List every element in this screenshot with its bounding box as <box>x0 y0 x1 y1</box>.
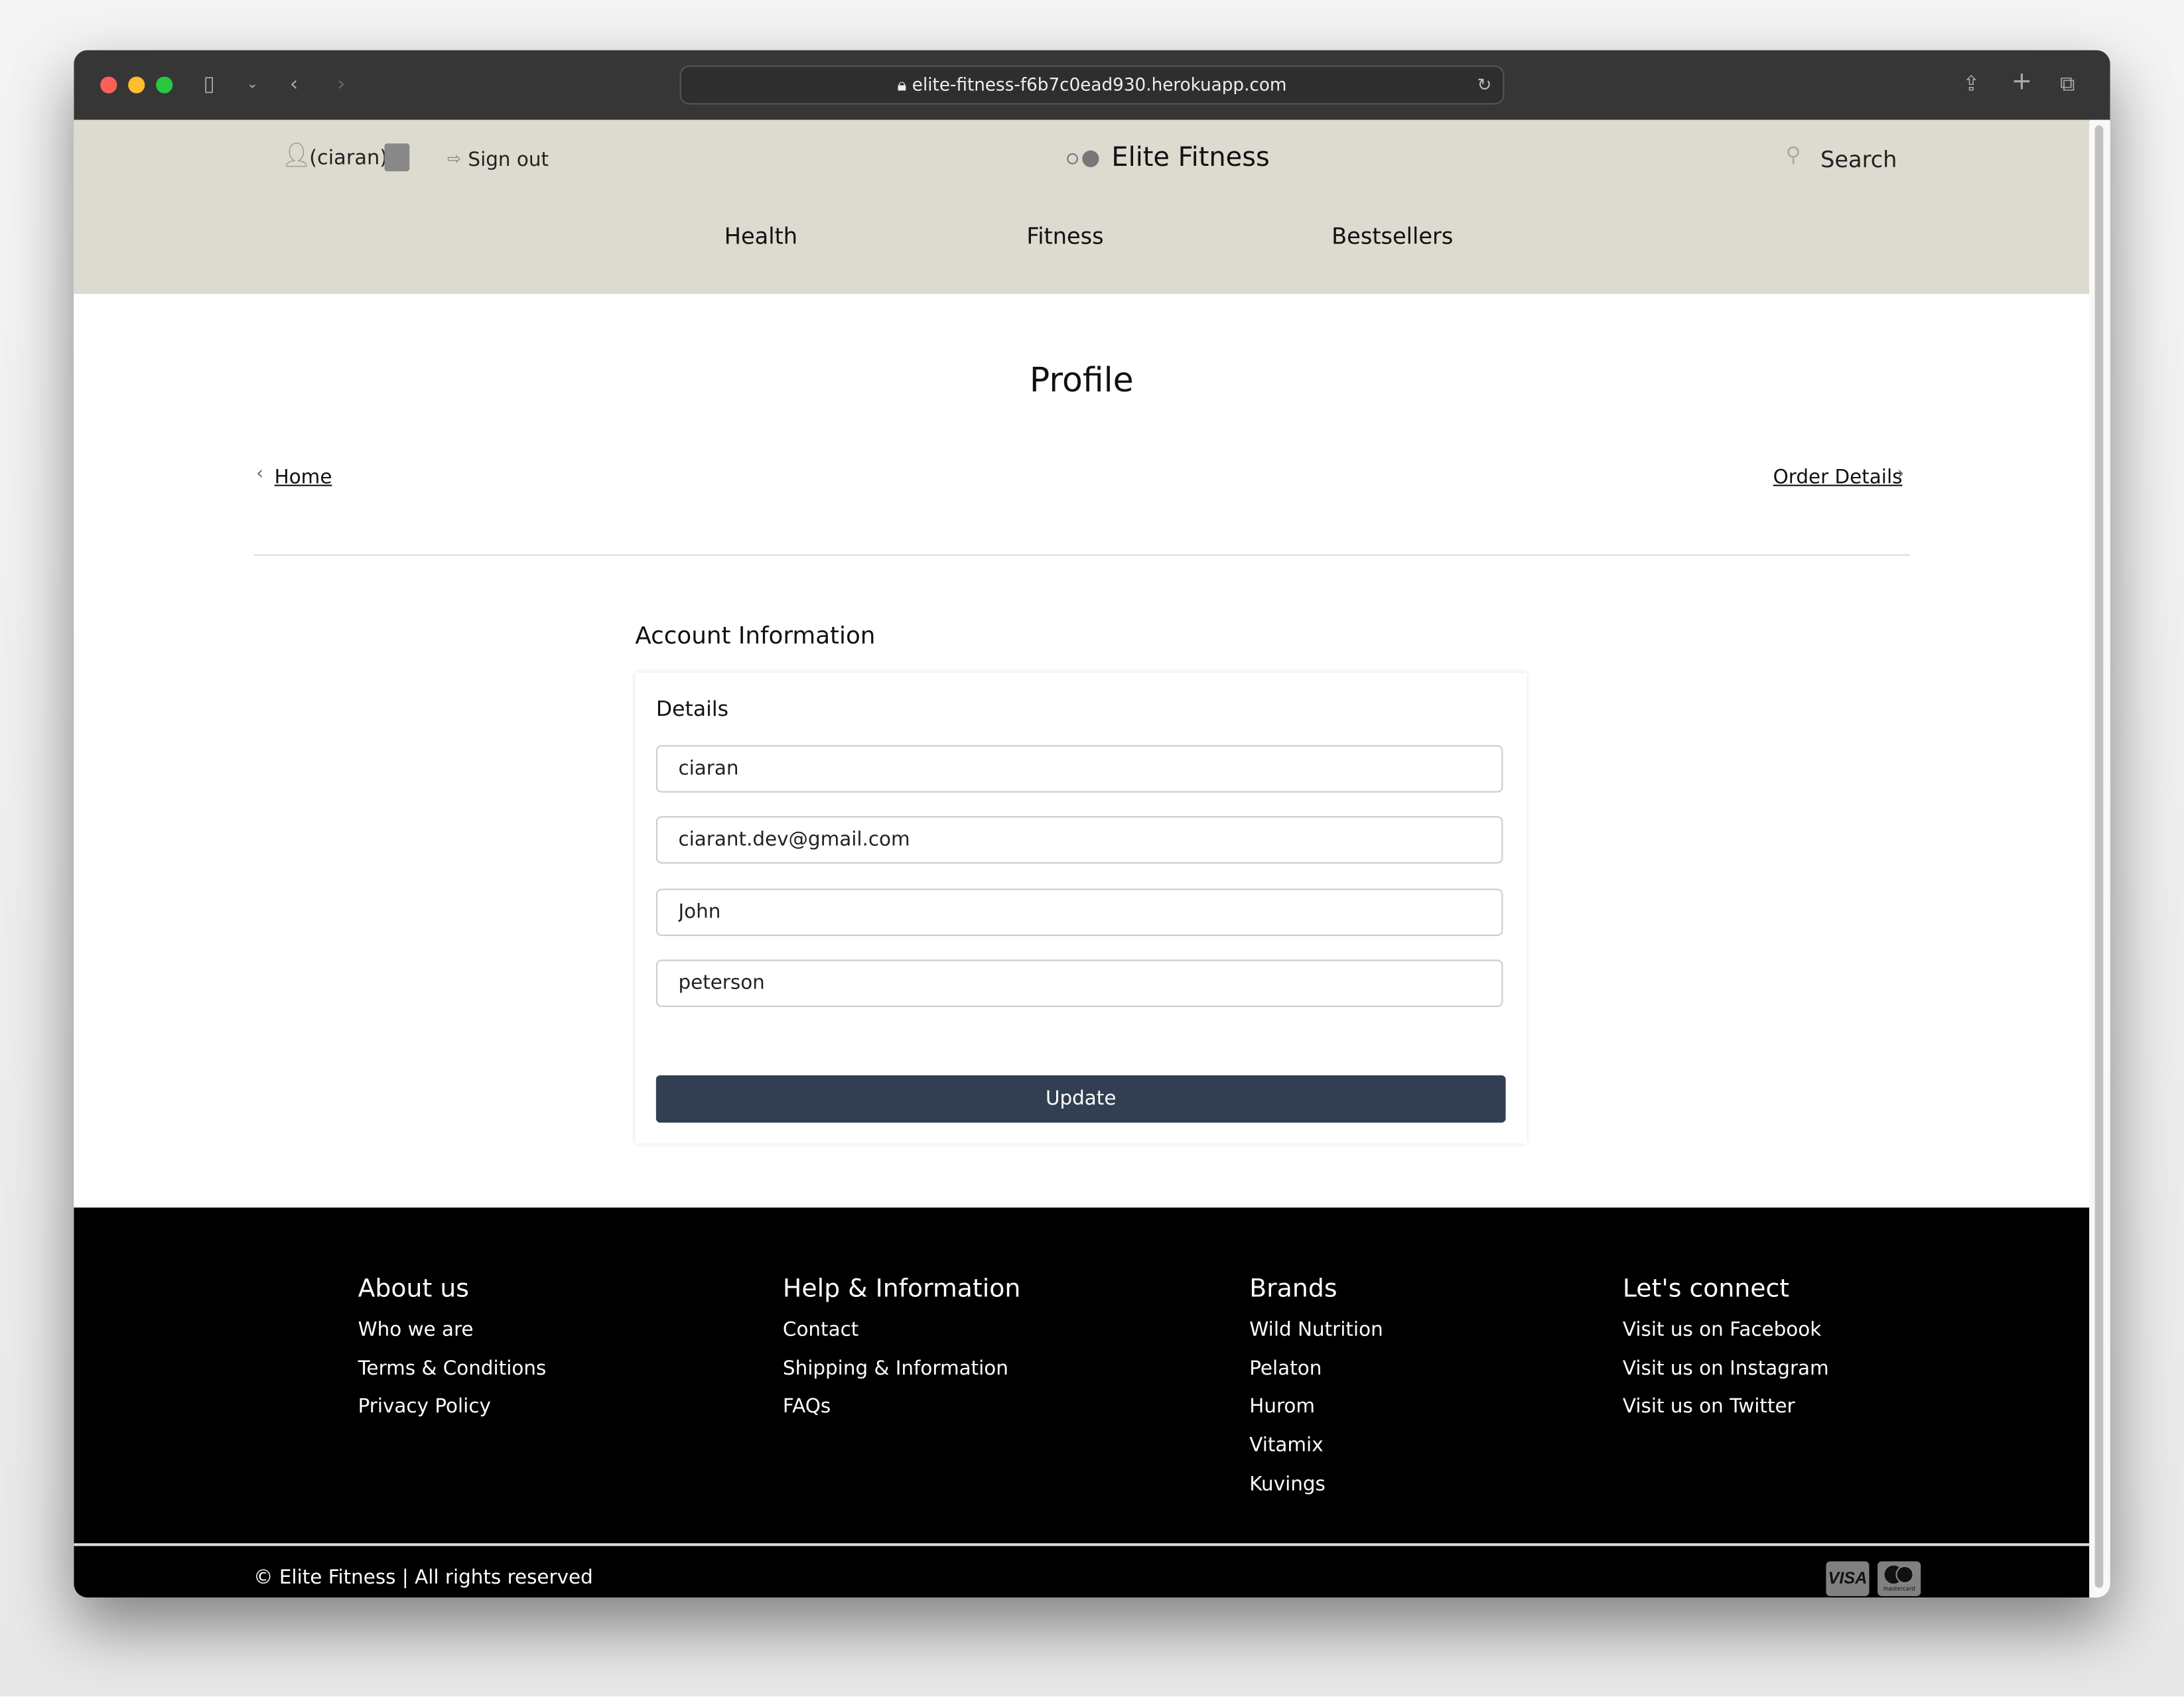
sidebar-icon[interactable]: ▯ <box>204 71 215 96</box>
username-field[interactable] <box>655 745 1503 793</box>
chevron-left-icon: ‹ <box>256 464 264 485</box>
footer-connect: Let's connect Visit us on Facebook Visit… <box>1623 1274 1829 1428</box>
last-name-field[interactable] <box>655 959 1503 1007</box>
footer-link[interactable]: Wild Nutrition <box>1249 1312 1383 1351</box>
scrollbar[interactable] <box>2089 119 2110 1598</box>
browser-window: ▯ ⌄ ‹ › 🔒︎ elite-fitness-f6b7c0ead930.he… <box>74 50 2110 1598</box>
search-link[interactable]: Search <box>1820 146 1897 172</box>
page: 👤︎ (ciaran) ⇨ Sign out Elite Fitness ⚲ S… <box>74 119 2090 1598</box>
nav-bestsellers[interactable]: Bestsellers <box>1331 223 1453 249</box>
browser-toolbar: ▯ ⌄ ‹ › 🔒︎ elite-fitness-f6b7c0ead930.he… <box>74 50 2110 121</box>
forward-icon[interactable]: › <box>337 71 346 96</box>
footer-heading: Let's connect <box>1622 1274 1790 1304</box>
footer-link[interactable]: Terms & Conditions <box>358 1351 547 1389</box>
sign-out-link[interactable]: Sign out <box>468 149 549 172</box>
chevron-down-icon[interactable]: ⌄ <box>247 76 259 92</box>
sign-out-icon: ⇨ <box>446 149 462 169</box>
update-button[interactable]: Update <box>655 1075 1506 1123</box>
footer-link[interactable]: Hurom <box>1249 1389 1383 1428</box>
first-name-field[interactable] <box>655 888 1503 936</box>
footer-heading: Help & Information <box>782 1274 1021 1304</box>
copyright: © Elite Fitness | All rights reserved <box>253 1566 593 1590</box>
footer-heading: About us <box>358 1274 469 1304</box>
footer-link[interactable]: Who we are <box>358 1312 547 1351</box>
home-link[interactable]: Home <box>275 466 332 489</box>
footer-link[interactable]: Shipping & Information <box>783 1351 1020 1389</box>
footer-link[interactable]: Vitamix <box>1249 1428 1383 1466</box>
username[interactable]: (ciaran) <box>309 148 387 170</box>
divider <box>253 554 1910 556</box>
close-window-button[interactable] <box>100 76 117 94</box>
search-icon[interactable]: ⚲ <box>1786 142 1801 167</box>
order-details-link[interactable]: Order Details <box>1773 466 1903 489</box>
mastercard-circle <box>1895 1565 1914 1584</box>
section-title: Account Information <box>635 622 876 651</box>
footer-link[interactable]: Visit us on Instagram <box>1623 1351 1829 1389</box>
footer-link[interactable]: Pelaton <box>1249 1351 1383 1389</box>
reload-icon[interactable]: ↻ <box>1477 67 1492 103</box>
footer-link[interactable]: Contact <box>783 1312 1020 1351</box>
footer-brands: Brands Wild Nutrition Pelaton Hurom Vita… <box>1249 1274 1383 1505</box>
page-title: Profile <box>1029 360 1134 400</box>
user-icon: 👤︎ <box>281 142 312 170</box>
mastercard-label: mastercard <box>1883 1585 1915 1592</box>
shopping-bag-icon[interactable] <box>384 143 410 172</box>
footer-link[interactable]: FAQs <box>783 1389 1020 1428</box>
maximize-window-button[interactable] <box>156 76 173 94</box>
chevron-right-icon: › <box>1897 464 1905 485</box>
scrollbar-thumb[interactable] <box>2094 125 2104 1588</box>
site-footer: About us Who we are Terms & Conditions P… <box>74 1207 2090 1598</box>
logo-icon <box>1067 153 1079 165</box>
nav-health[interactable]: Health <box>724 223 797 249</box>
card-title: Details <box>655 696 729 722</box>
footer-link[interactable]: Visit us on Facebook <box>1623 1312 1829 1351</box>
visa-icon: VISA <box>1826 1561 1870 1597</box>
email-field[interactable] <box>655 816 1503 864</box>
url-text: elite-fitness-f6b7c0ead930.herokuapp.com <box>912 74 1287 95</box>
main-content: Profile ‹ Home Order Details › Account I… <box>74 293 2090 1208</box>
footer-link[interactable]: Privacy Policy <box>358 1389 547 1428</box>
lock-icon: 🔒︎ <box>897 74 912 95</box>
footer-heading: Brands <box>1249 1274 1337 1304</box>
mastercard-icon: mastercard <box>1877 1561 1921 1597</box>
tabs-overview-icon[interactable]: ⧉ <box>2060 71 2075 96</box>
back-icon[interactable]: ‹ <box>290 71 299 96</box>
footer-link[interactable]: Visit us on Twitter <box>1623 1389 1829 1428</box>
screen: ▯ ⌄ ‹ › 🔒︎ elite-fitness-f6b7c0ead930.he… <box>0 0 2184 1697</box>
logo-dot <box>1082 150 1099 167</box>
footer-help: Help & Information Contact Shipping & In… <box>783 1274 1020 1428</box>
footer-about: About us Who we are Terms & Conditions P… <box>358 1274 547 1428</box>
brand-logo[interactable]: Elite Fitness <box>1111 142 1269 172</box>
details-card: Details Update <box>635 673 1527 1144</box>
new-tab-icon[interactable]: + <box>2012 67 2033 96</box>
footer-divider <box>74 1543 2090 1546</box>
footer-link[interactable]: Kuvings <box>1249 1466 1383 1505</box>
minimize-window-button[interactable] <box>128 76 145 94</box>
nav-fitness[interactable]: Fitness <box>1026 223 1103 249</box>
site-header: 👤︎ (ciaran) ⇨ Sign out Elite Fitness ⚲ S… <box>74 119 2090 294</box>
address-bar[interactable]: 🔒︎ elite-fitness-f6b7c0ead930.herokuapp.… <box>679 65 1505 105</box>
share-icon[interactable]: ⇪ <box>1962 71 1980 96</box>
